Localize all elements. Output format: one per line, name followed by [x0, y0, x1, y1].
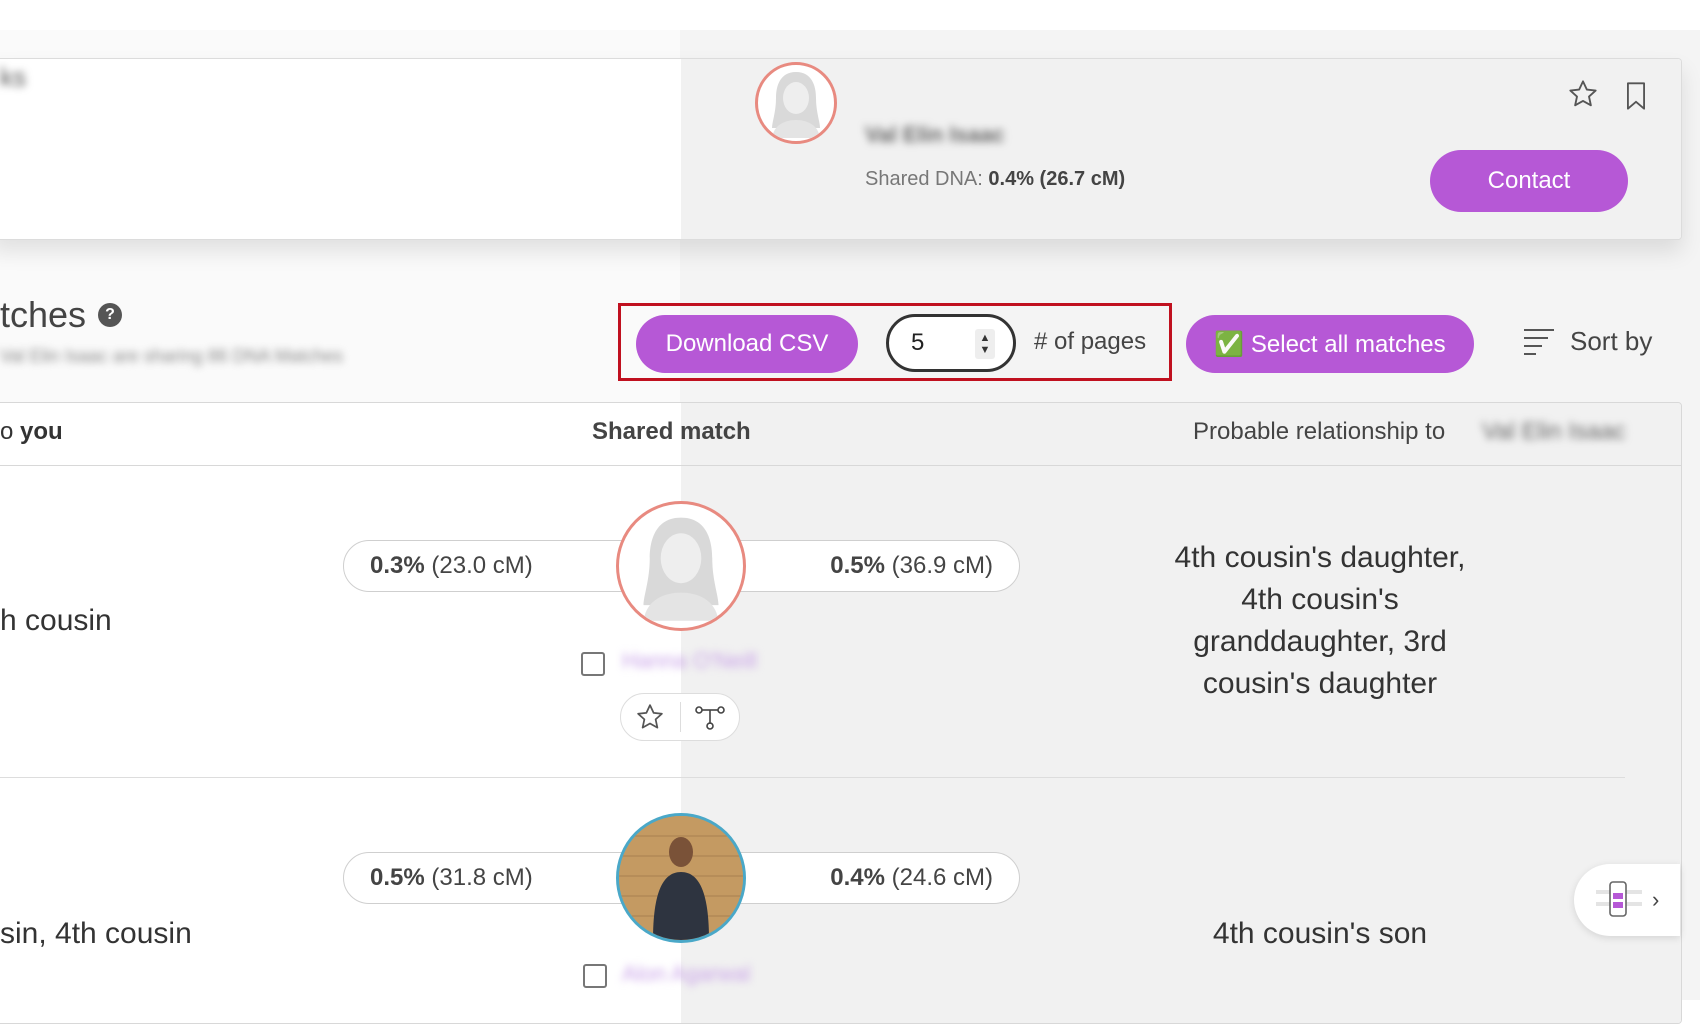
row2-match-name[interactable]: Alon Agarwal	[622, 961, 750, 987]
row2-shared-dna-match: 0.4% (24.6 cM)	[710, 852, 1020, 904]
sort-icon	[1524, 327, 1556, 357]
header-divider	[0, 465, 1681, 466]
match-profile-card	[0, 58, 1682, 240]
row1-actions	[620, 693, 740, 741]
pages-count-input[interactable]: 5 ▲ ▼	[886, 314, 1016, 372]
favorite-button[interactable]	[1567, 78, 1599, 110]
shared-dna-label: Shared DNA:	[865, 168, 983, 190]
row1-favorite-button[interactable]	[621, 693, 680, 741]
row1-avatar[interactable]	[616, 501, 746, 631]
section-subtitle: Val Elin Isaac are sharing 86 DNA Matche…	[0, 346, 343, 366]
select-all-matches-button[interactable]: ✅ Select all matches	[1186, 315, 1474, 373]
row2-relationship-to-you: sin, 4th cousin	[0, 917, 192, 950]
female-avatar-icon	[643, 517, 719, 621]
pages-label: # of pages	[1034, 328, 1147, 355]
column-header-shared-match: Shared match	[592, 418, 751, 445]
contact-button[interactable]: Contact	[1430, 150, 1628, 212]
pages-count-value: 5	[911, 329, 925, 356]
row-divider	[0, 777, 1625, 778]
bookmark-icon	[1627, 82, 1645, 110]
column-header-probable-relationship: Probable relationship to	[1193, 418, 1446, 445]
row1-relationship-to-you: h cousin	[0, 604, 112, 637]
row1-select-checkbox[interactable]	[581, 652, 605, 676]
section-title-text: tches	[0, 294, 87, 335]
layout-icon	[1596, 881, 1642, 917]
shared-dna-value: 0.4% (26.7 cM)	[988, 168, 1126, 190]
card-shared-dna: Shared DNA: 0.4% (26.7 cM)	[865, 168, 1125, 191]
star-icon	[1569, 80, 1597, 107]
bookmark-button[interactable]	[1622, 80, 1650, 112]
stepper-down-icon[interactable]: ▼	[980, 344, 991, 356]
download-csv-button[interactable]: Download CSV	[636, 315, 858, 373]
row2-probable-relationship: 4th cousin's son	[1212, 917, 1428, 950]
sort-by-label: Sort by	[1570, 326, 1653, 356]
profile-photo	[619, 816, 743, 940]
match-avatar[interactable]	[755, 62, 837, 144]
row2-avatar-photo[interactable]	[616, 813, 746, 943]
row1-tree-button[interactable]	[680, 693, 739, 741]
card-left-name: ks	[0, 62, 26, 92]
female-avatar-icon	[772, 72, 820, 138]
star-icon	[637, 704, 663, 729]
stepper-up-icon[interactable]: ▲	[980, 332, 991, 344]
family-tree-icon	[694, 706, 725, 730]
chevron-right-icon: ›	[1652, 887, 1660, 912]
row1-probable-relationship: 4th cousin's daughter, 4th cousin's gran…	[1174, 541, 1466, 700]
top-bar	[0, 0, 1700, 30]
pages-stepper[interactable]: ▲ ▼	[975, 329, 995, 359]
sort-by-button[interactable]: Sort by	[1524, 326, 1652, 357]
side-panel-toggle[interactable]: ›	[1574, 864, 1680, 936]
section-title: tches ?	[0, 294, 123, 336]
card-match-name[interactable]: Val Elin Isaac	[865, 122, 1004, 148]
row2-select-checkbox[interactable]	[583, 964, 607, 988]
column-header-probable-name: Val Elin Isaac	[1482, 418, 1626, 445]
help-icon[interactable]: ?	[98, 303, 123, 327]
row2-shared-dna-you: 0.5% (31.8 cM)	[343, 852, 653, 904]
column-header-to-you: o you	[0, 418, 63, 445]
row1-shared-dna-match: 0.5% (36.9 cM)	[710, 540, 1020, 592]
row1-shared-dna-you: 0.3% (23.0 cM)	[343, 540, 653, 592]
row1-match-name[interactable]: Hanna O'Neill	[622, 648, 757, 674]
